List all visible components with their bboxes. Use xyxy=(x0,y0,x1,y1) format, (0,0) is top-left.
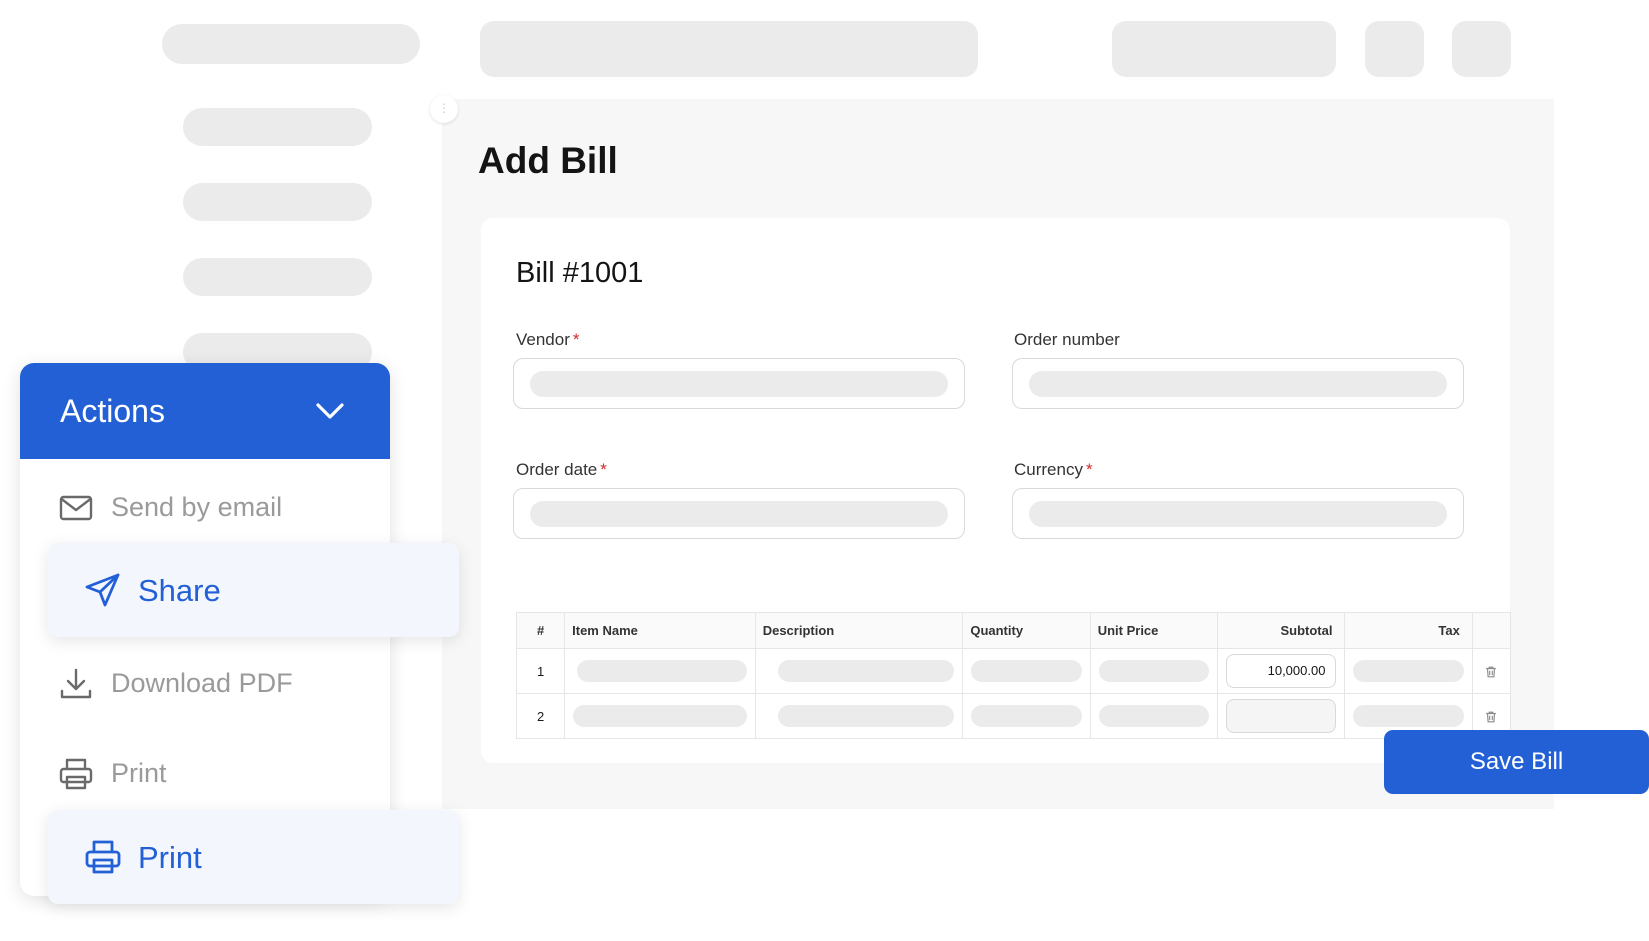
order-date-field-placeholder xyxy=(530,501,948,527)
order-number-field[interactable] xyxy=(1012,358,1464,409)
menu-item-label: Print xyxy=(138,840,202,875)
cell-placeholder xyxy=(971,660,1082,682)
cell-placeholder xyxy=(777,660,955,682)
table-row: 1 10,000.00 xyxy=(515,648,1512,694)
col-subtotal-header: Subtotal xyxy=(1217,612,1346,649)
printer-icon xyxy=(59,758,93,790)
page-title: Add Bill xyxy=(478,140,618,181)
cell-placeholder xyxy=(573,705,747,727)
actions-title: Actions xyxy=(60,393,165,429)
topbar-icon-placeholder-2[interactable] xyxy=(1452,21,1511,77)
download-icon xyxy=(60,668,92,699)
col-item-name-header: Item Name xyxy=(564,612,756,649)
order-number-label: Order number xyxy=(1014,330,1120,350)
row-number: 2 xyxy=(515,693,566,739)
topbar-button-placeholder[interactable] xyxy=(1112,21,1336,77)
col-tax-header: Tax xyxy=(1344,612,1473,649)
currency-field[interactable] xyxy=(1012,488,1464,539)
sidebar-collapse-handle[interactable]: ⋮ xyxy=(430,95,458,123)
item-name-cell[interactable] xyxy=(564,693,756,739)
currency-field-placeholder xyxy=(1029,501,1447,527)
order-number-label-text: Order number xyxy=(1014,330,1120,349)
cell-placeholder xyxy=(971,705,1082,727)
menu-item-label: Print xyxy=(111,758,167,788)
row-number: 1 xyxy=(515,648,566,694)
cell-placeholder xyxy=(1098,705,1210,727)
chevron-down-icon xyxy=(316,403,344,419)
vendor-label-text: Vendor xyxy=(516,330,570,349)
subtotal-cell: 10,000.00 xyxy=(1217,648,1346,694)
order-date-label: Order date * xyxy=(516,460,607,480)
sidebar-item-placeholder-1[interactable] xyxy=(183,108,372,146)
col-number-header: # xyxy=(515,612,566,649)
menu-item-print-highlighted[interactable]: Print xyxy=(48,810,459,904)
trash-icon xyxy=(1486,666,1497,678)
table-header-row: # Item Name Description Quantity Unit Pr… xyxy=(515,612,1512,649)
menu-item-label: Send by email xyxy=(111,492,283,522)
save-bill-button[interactable]: Save Bill xyxy=(1384,730,1649,794)
order-date-label-text: Order date xyxy=(516,460,598,479)
cell-placeholder xyxy=(577,660,747,682)
vendor-field-placeholder xyxy=(530,371,948,397)
vendor-label: Vendor * xyxy=(516,330,580,350)
order-number-field-placeholder xyxy=(1029,371,1447,397)
description-cell[interactable] xyxy=(754,693,964,739)
delete-row-button[interactable] xyxy=(1471,648,1512,694)
cell-placeholder xyxy=(1353,660,1464,682)
topbar-icon-placeholder-1[interactable] xyxy=(1365,21,1424,77)
table-row: 2 xyxy=(515,693,1512,739)
mail-icon xyxy=(59,495,93,521)
menu-item-label: Download PDF xyxy=(111,668,293,698)
quantity-cell[interactable] xyxy=(962,648,1091,694)
currency-label: Currency * xyxy=(1014,460,1093,480)
tax-cell[interactable] xyxy=(1344,648,1473,694)
unit-price-cell[interactable] xyxy=(1089,648,1219,694)
printer-icon xyxy=(85,840,121,874)
quantity-cell[interactable] xyxy=(962,693,1091,739)
description-cell[interactable] xyxy=(754,648,964,694)
send-icon xyxy=(85,573,120,607)
search-placeholder[interactable] xyxy=(480,21,978,77)
menu-item-send-by-email[interactable]: Send by email xyxy=(20,477,390,537)
subtotal-input[interactable] xyxy=(1226,699,1337,733)
bill-title: Bill #1001 xyxy=(516,257,644,289)
order-date-field[interactable] xyxy=(513,488,965,539)
unit-price-cell[interactable] xyxy=(1089,693,1219,739)
required-mark: * xyxy=(1085,460,1093,479)
menu-item-download-pdf[interactable]: Download PDF xyxy=(20,653,390,713)
cell-placeholder xyxy=(1353,705,1464,727)
subtotal-input[interactable]: 10,000.00 xyxy=(1226,654,1337,688)
bill-items-table: # Item Name Description Quantity Unit Pr… xyxy=(515,612,1512,739)
menu-item-print[interactable]: Print xyxy=(20,743,390,803)
trash-icon xyxy=(1486,711,1497,723)
required-mark: * xyxy=(572,330,580,349)
col-quantity-header: Quantity xyxy=(962,612,1091,649)
menu-item-label: Share xyxy=(138,573,221,608)
subtotal-cell xyxy=(1217,693,1346,739)
required-mark: * xyxy=(600,460,607,479)
sidebar-item-placeholder-3[interactable] xyxy=(183,258,372,296)
sidebar-item-placeholder-2[interactable] xyxy=(183,183,372,221)
menu-item-share[interactable]: Share xyxy=(48,543,459,637)
col-actions-header xyxy=(1471,612,1512,649)
col-description-header: Description xyxy=(754,612,964,649)
actions-dropdown-header[interactable]: Actions xyxy=(20,363,390,459)
logo-placeholder xyxy=(162,24,420,64)
vendor-field[interactable] xyxy=(513,358,965,409)
item-name-cell[interactable] xyxy=(564,648,756,694)
cell-placeholder xyxy=(1098,660,1210,682)
col-unit-price-header: Unit Price xyxy=(1089,612,1219,649)
cell-placeholder xyxy=(777,705,955,727)
currency-label-text: Currency xyxy=(1014,460,1083,479)
